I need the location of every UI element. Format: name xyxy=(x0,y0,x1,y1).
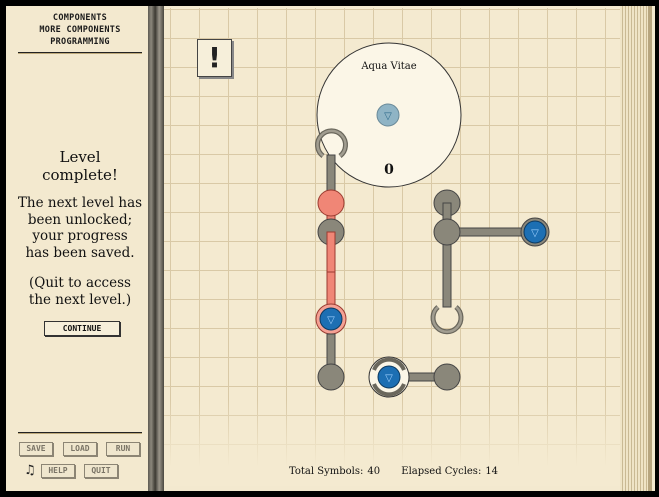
elapsed-cycles: Elapsed Cycles: 14 xyxy=(401,466,498,477)
left-arm-red-joint xyxy=(317,189,345,217)
aqua-vitae-reservoir[interactable]: Aqua Vitae 0 ▽ xyxy=(316,42,462,188)
warning-button[interactable]: ! xyxy=(197,39,232,77)
stats-bar: Total Symbols: 40 Elapsed Cycles: 14 xyxy=(289,466,516,477)
left-arm-symbol-icon: ▽ xyxy=(327,315,335,326)
total-symbols-value: 40 xyxy=(367,466,381,477)
rotator-symbol-icon: ▽ xyxy=(385,373,393,384)
exclamation-icon: ! xyxy=(208,41,221,74)
left-arm-base xyxy=(317,363,345,391)
bottom-rotator[interactable]: ▽ xyxy=(368,356,461,398)
total-symbols: Total Symbols: 40 xyxy=(289,466,380,477)
elapsed-cycles-value: 14 xyxy=(485,466,499,477)
reservoir-label: Aqua Vitae xyxy=(360,61,416,72)
machine-board: Aqua Vitae 0 ▽ ▽ ▽ ▽ xyxy=(315,42,550,398)
reservoir-count: 0 xyxy=(384,162,394,178)
total-symbols-label: Total Symbols: xyxy=(289,466,364,477)
right-arm[interactable]: ▽ xyxy=(430,189,550,335)
elapsed-cycles-label: Elapsed Cycles: xyxy=(401,466,482,477)
right-arm-symbol-icon: ▽ xyxy=(531,228,539,239)
reservoir-symbol-icon: ▽ xyxy=(384,111,392,122)
rotator-pivot xyxy=(433,363,461,391)
right-arm-pivot xyxy=(433,218,461,246)
